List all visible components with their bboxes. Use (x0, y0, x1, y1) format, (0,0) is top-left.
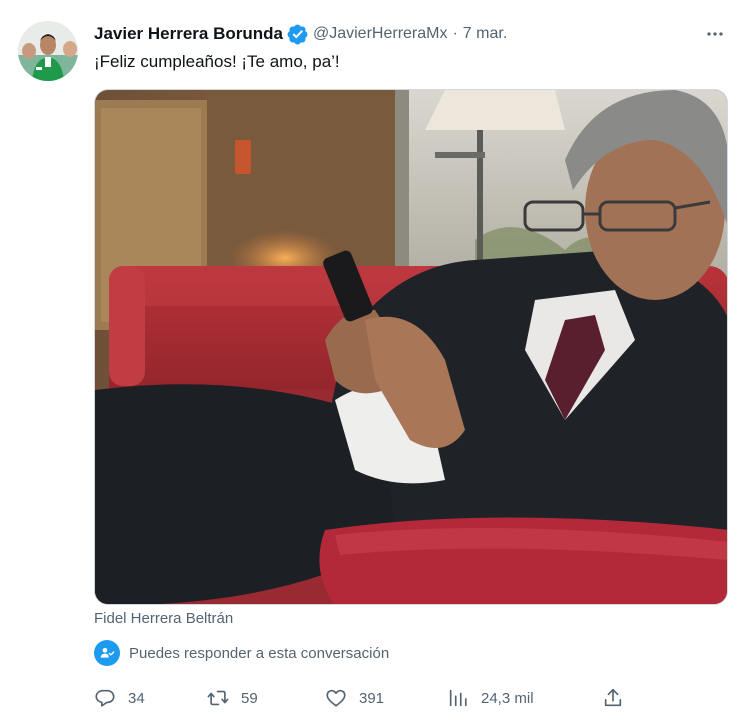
retweet-count: 59 (241, 689, 258, 707)
media-caption: Fidel Herrera Beltrán (94, 610, 234, 627)
more-options-button[interactable] (700, 22, 730, 46)
reply-count: 34 (128, 689, 145, 707)
reply-permission-notice: Puedes responder a esta conversación (94, 640, 389, 666)
like-count: 391 (359, 689, 385, 707)
share-upload-icon (604, 688, 622, 707)
views-bar-chart-icon (449, 689, 467, 707)
author-handle[interactable]: @JavierHerreraMx (313, 25, 447, 43)
views-button[interactable]: 24,3 mil (447, 684, 534, 712)
person-check-icon (94, 640, 120, 666)
tweet-photo[interactable] (94, 89, 728, 605)
reply-permission-text: Puedes responder a esta conversación (129, 644, 390, 662)
like-button[interactable]: 391 (325, 684, 384, 712)
view-count: 24,3 mil (481, 689, 534, 707)
avatar-image (18, 21, 78, 81)
author-avatar[interactable] (18, 21, 78, 81)
tweet-card[interactable]: Javier Herrera Borunda @JavierHerreraMx … (0, 0, 744, 724)
author-display-name[interactable]: Javier Herrera Borunda (94, 24, 283, 44)
photo-image (95, 90, 727, 604)
header-separator: · (452, 25, 458, 42)
heart-icon (326, 689, 346, 707)
verified-badge-icon[interactable] (287, 24, 308, 45)
share-button[interactable] (602, 684, 624, 712)
retweet-button[interactable]: 59 (207, 684, 258, 712)
more-dots-icon (707, 32, 723, 36)
tweet-header: Javier Herrera Borunda @JavierHerreraMx … (94, 22, 507, 46)
reply-bubble-icon (95, 689, 115, 707)
tweet-date[interactable]: 7 mar. (463, 25, 507, 43)
reply-button[interactable]: 34 (94, 684, 145, 712)
tweet-action-bar: 34 59 391 24,3 mil (94, 684, 634, 712)
retweet-icon (207, 690, 229, 706)
tweet-text: ¡Feliz cumpleaños! ¡Te amo, pa’! (94, 52, 340, 71)
